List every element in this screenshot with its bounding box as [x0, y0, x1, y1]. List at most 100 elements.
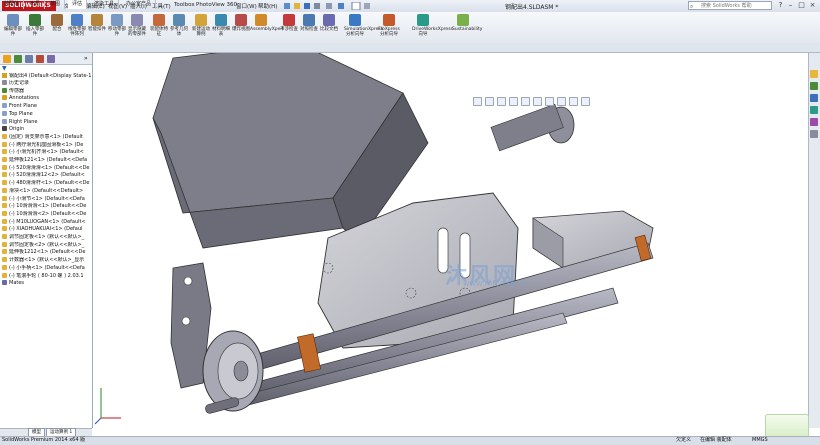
tool-explode[interactable]: 爆炸视图 — [230, 14, 252, 32]
tool-reference-geometry[interactable]: 参考几何体 — [168, 14, 190, 37]
tool-bom[interactable]: 材料明细表 — [210, 14, 232, 37]
tree-item[interactable]: 传感器 — [2, 87, 94, 95]
custom-properties-icon[interactable] — [810, 130, 818, 138]
menu-window[interactable]: 窗口(W) — [236, 2, 257, 10]
tree-item[interactable]: (-) 520滑滑滑<1> (Default<<De — [2, 164, 94, 172]
dimxpert-icon[interactable] — [36, 55, 44, 63]
tool-simulationxpress[interactable]: SimulationXpress 分析向导 — [344, 14, 383, 37]
tree-item[interactable]: (-) 10滑滑滑<2> (Default<<De — [2, 210, 94, 218]
tree-item-label: (-) 520滑滑滑12<2> (Default< — [9, 172, 85, 179]
view-orientation-icon[interactable] — [521, 97, 530, 106]
filter-icon[interactable]: ▼ — [2, 65, 7, 72]
tree-item[interactable]: Top Plane — [2, 110, 94, 118]
tool-move-component[interactable]: 移动零部件 — [106, 14, 128, 37]
tree-item-label: 滑块<1> (Default<<Default> — [9, 187, 84, 194]
file-explorer-icon[interactable] — [810, 94, 818, 102]
tree-item[interactable]: (-) 520滑滑滑12<2> (Default< — [2, 172, 94, 179]
tree-item-label: (-) 小手柄<1> (Default<<Defa — [9, 264, 85, 271]
tool-interference[interactable]: 干涉检查 — [278, 14, 300, 32]
tree-item[interactable]: 计数器<1> (默认<<默认>_显示 — [2, 257, 94, 264]
tree-item[interactable]: (-) 小手柄<1> (Default<<Defa — [2, 264, 94, 272]
tool-pattern[interactable]: 线性零部件阵列 — [66, 14, 88, 37]
tree-item[interactable]: (-) 小滑节<1> (Default<<Defa — [2, 195, 94, 203]
minimize-button[interactable]: – — [786, 1, 795, 10]
zoom-to-fit-icon[interactable] — [473, 97, 482, 106]
tree-item[interactable]: 延伸板1212<1> (Default<<De — [2, 249, 94, 256]
edit-appearance-icon[interactable] — [557, 97, 566, 106]
tree-item[interactable]: Right Plane — [2, 118, 94, 126]
tree-item[interactable]: (-) M10LUOGAN<1> (Default< — [2, 218, 94, 226]
tool-edit-component[interactable]: 编辑零部件 — [2, 14, 24, 37]
tool-smart-fastener[interactable]: 智能扣件 — [86, 14, 108, 32]
tree-item-label: 历史记录 — [9, 80, 30, 86]
tree-item[interactable]: (-) 笔滚手轮 ( 80-10 螺 ) 2.03.1 — [2, 272, 94, 280]
tab-evaluate[interactable]: 评估 — [68, 0, 88, 9]
feature-icon — [2, 103, 7, 109]
display-manager-icon[interactable] — [47, 55, 55, 63]
tree-item[interactable]: (-) 10滑滑滑<1> (Default<<De — [2, 203, 94, 210]
tab-layout[interactable]: 布局 — [26, 0, 46, 9]
search-input[interactable]: 搜索 SolidWorks 帮助 — [688, 1, 772, 10]
feature-manager-icon[interactable] — [3, 55, 11, 63]
maximize-button[interactable]: □ — [797, 1, 806, 10]
tree-item-label: Origin — [9, 126, 25, 133]
tab-assembly[interactable]: 装配体 — [0, 0, 25, 9]
tab-office-products[interactable]: 办公室产品 — [122, 0, 157, 9]
tool-compare[interactable]: 比较文档 — [318, 14, 340, 32]
tree-item-label: (-) 520滑滑滑<1> (Default<<De — [9, 164, 90, 171]
tool-clearance[interactable]: 对照检查 — [298, 14, 320, 32]
tool-floxpress[interactable]: FloXpress 分析向导 — [378, 14, 400, 37]
tree-item[interactable]: (-) 小滑光机齐滑<1> (Default< — [2, 149, 94, 156]
graphics-area[interactable]: 沐风网 www.mfcad.com — [93, 53, 808, 428]
section-view-icon[interactable] — [509, 97, 518, 106]
tree-item[interactable]: 调节固定板<2> (默认<<默认>_ — [2, 241, 94, 249]
tree-item[interactable]: Front Plane — [2, 103, 94, 110]
previous-view-icon[interactable] — [497, 97, 506, 106]
menu-toolbox[interactable]: Toolbox — [174, 2, 195, 8]
tool-motion-study[interactable]: 新建运动算例 — [190, 14, 212, 37]
tree-item[interactable]: (-) 两疗滑光机座固滑板<1> (De — [2, 141, 94, 149]
view-palette-icon[interactable] — [810, 106, 818, 114]
zoom-area-icon[interactable] — [485, 97, 494, 106]
close-button[interactable]: × — [808, 1, 817, 10]
property-manager-icon[interactable] — [14, 55, 22, 63]
tree-item[interactable]: 调节固定板<1> (默认<<默认>_ — [2, 234, 94, 241]
feature-icon — [2, 95, 7, 101]
design-library-icon[interactable] — [810, 82, 818, 90]
view-settings-icon[interactable] — [581, 97, 590, 106]
tree-item[interactable]: (-) 480滑滑杆<1> (Default<<De — [2, 180, 94, 187]
tree-item[interactable]: Mates — [2, 280, 94, 287]
appearances-icon[interactable] — [810, 118, 818, 126]
tool-sustainability[interactable]: Sustainability — [452, 14, 482, 32]
tree-root[interactable]: 钢配出4 (Default<Display State-1 — [2, 73, 92, 80]
hide-show-icon[interactable] — [545, 97, 554, 106]
part-icon — [2, 180, 7, 186]
quick-access-toolbar[interactable] — [282, 1, 382, 11]
tool-assemblyxpert[interactable]: AssemblyXpert — [250, 14, 284, 32]
status-units[interactable]: MMGS — [752, 436, 768, 444]
help-icon[interactable]: ? — [776, 1, 785, 10]
menu-photoview[interactable]: PhotoView 360 — [196, 2, 237, 8]
tree-item[interactable]: Annotations — [2, 95, 94, 102]
tab-sketch[interactable]: 草图 — [46, 0, 66, 9]
tree-item[interactable]: Origin — [2, 126, 94, 133]
apply-scene-icon[interactable] — [569, 97, 578, 106]
tree-item[interactable]: (-) XIAOHUAKUAI<1> (Defaul — [2, 226, 94, 233]
tab-render-tools[interactable]: 渲染工具 — [90, 0, 120, 9]
tool-assembly-feature[interactable]: 装配体特征 — [148, 14, 170, 37]
tree-item[interactable]: 滑块<1> (Default<<Default> — [2, 187, 94, 195]
menu-help[interactable]: 帮助(H) — [258, 2, 277, 10]
tree-item[interactable]: 延伸板121<1> (Default<<Defa — [2, 157, 94, 164]
tool-insert-component[interactable]: 插入零部件 — [24, 14, 46, 37]
tool-show-hidden[interactable]: 显示隐藏的零部件 — [126, 14, 148, 37]
expand-panel-icon[interactable]: » — [84, 55, 88, 62]
top-knob-shaft — [490, 103, 564, 152]
tool-driveworks[interactable]: DriveWorksXpress 向导 — [412, 14, 453, 37]
tool-mate[interactable]: 配合 — [46, 14, 68, 32]
configuration-manager-icon[interactable] — [25, 55, 33, 63]
feature-icon — [2, 118, 7, 124]
tree-item[interactable]: 历史记录 — [2, 80, 94, 87]
resources-icon[interactable] — [810, 70, 818, 78]
tree-item[interactable]: (固定) 滑支架示意<1> (Default — [2, 133, 94, 141]
display-style-icon[interactable] — [533, 97, 542, 106]
